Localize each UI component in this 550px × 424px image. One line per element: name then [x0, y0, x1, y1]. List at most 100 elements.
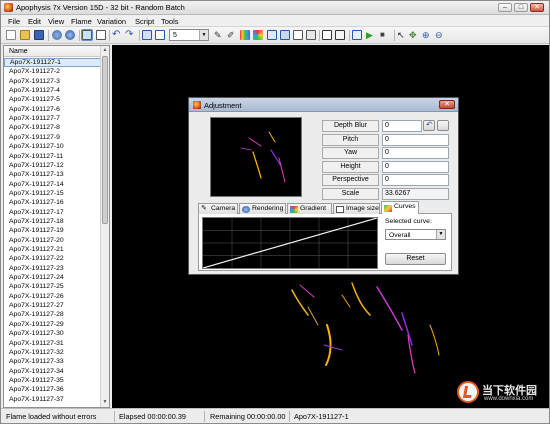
tab-gradient[interactable]: Gradient: [287, 203, 332, 214]
gradient-icon[interactable]: [240, 30, 250, 40]
view-icons-icon[interactable]: [96, 30, 106, 40]
list-item[interactable]: Apo7X-191127-20: [4, 236, 101, 245]
list-item[interactable]: Apo7X-191127-33: [4, 357, 101, 366]
maximize-button[interactable]: □: [514, 3, 528, 12]
adjustment-preview[interactable]: [210, 117, 302, 197]
tab-image-size[interactable]: Image size: [333, 203, 380, 214]
render-icon[interactable]: [267, 30, 277, 40]
full-preview-icon[interactable]: [142, 30, 152, 40]
selected-curve-select[interactable]: Overall ▼: [385, 229, 446, 240]
list-item[interactable]: Apo7X-191127-7: [4, 114, 101, 123]
list-item[interactable]: Apo7X-191127-27: [4, 301, 101, 310]
menu-variation[interactable]: Variation: [97, 17, 126, 26]
transparency-icon[interactable]: [322, 30, 332, 40]
run-icon[interactable]: ▶: [366, 30, 376, 40]
zoom-out-icon[interactable]: ⊖: [435, 30, 445, 40]
batch-render-icon[interactable]: [280, 30, 290, 40]
close-button[interactable]: ✕: [530, 3, 544, 12]
list-item[interactable]: Apo7X-191127-5: [4, 95, 101, 104]
param-pitch-input[interactable]: 0: [382, 133, 449, 146]
menu-edit[interactable]: Edit: [28, 17, 41, 26]
stop-icon[interactable]: ■: [380, 30, 390, 40]
list-item[interactable]: Apo7X-191127-2: [4, 67, 101, 76]
menu-file[interactable]: File: [8, 17, 20, 26]
list-item[interactable]: Apo7X-191127-30: [4, 329, 101, 338]
camera-options-button[interactable]: [437, 120, 449, 131]
redo-icon[interactable]: ↷: [125, 30, 135, 40]
flatten-icon[interactable]: [306, 30, 316, 40]
script-icon[interactable]: [335, 30, 345, 40]
list-item[interactable]: Apo7X-191127-18: [4, 217, 101, 226]
curve-editor[interactable]: [202, 217, 378, 269]
new-icon[interactable]: [6, 30, 16, 40]
preview-density-select[interactable]: 5 ▼: [169, 29, 209, 41]
chevron-down-icon[interactable]: ▼: [199, 30, 208, 40]
view-list-icon[interactable]: [81, 29, 93, 41]
param-yaw-input[interactable]: 0: [382, 147, 449, 159]
small-preview-icon[interactable]: [155, 30, 165, 40]
list-item[interactable]: Apo7X-191127-9: [4, 133, 101, 142]
list-item[interactable]: Apo7X-191127-23: [4, 264, 101, 273]
minimize-button[interactable]: –: [498, 3, 512, 12]
list-item[interactable]: Apo7X-191127-34: [4, 367, 101, 376]
drag-icon[interactable]: ✥: [409, 30, 419, 40]
editor-icon[interactable]: ✎: [214, 30, 224, 40]
menu-view[interactable]: View: [48, 17, 64, 26]
tab-camera[interactable]: ✎ Camera: [198, 203, 238, 214]
param-perspective-input[interactable]: 0: [382, 174, 449, 186]
select-icon[interactable]: ↖: [397, 30, 407, 40]
param-depth-blur-input[interactable]: 0: [382, 120, 422, 132]
chevron-down-icon[interactable]: ▼: [436, 230, 445, 239]
adjust-icon[interactable]: ✐: [227, 30, 237, 40]
list-item[interactable]: Apo7X-191127-6: [4, 105, 101, 114]
list-item[interactable]: Apo7X-191127-24: [4, 273, 101, 282]
menu-tools[interactable]: Tools: [161, 17, 179, 26]
flame-list[interactable]: Name Apo7X-191127-1 Apo7X-191127-2 Apo7X-1…: [3, 45, 110, 408]
list-item[interactable]: Apo7X-191127-4: [4, 86, 101, 95]
random-icon[interactable]: [52, 30, 62, 40]
scroll-down-icon[interactable]: ▼: [101, 398, 109, 407]
open-script-icon[interactable]: [352, 30, 362, 40]
list-item[interactable]: Apo7X-191127-25: [4, 282, 101, 291]
list-item[interactable]: Apo7X-191127-12: [4, 161, 101, 170]
list-scrollbar[interactable]: ▲ ▼: [100, 46, 109, 407]
list-item[interactable]: Apo7X-191127-8: [4, 123, 101, 132]
menu-flame[interactable]: Flame: [71, 17, 92, 26]
list-item[interactable]: Apo7X-191127-16: [4, 198, 101, 207]
camera-reset-button[interactable]: ↶: [423, 120, 435, 131]
list-item[interactable]: Apo7X-191127-29: [4, 320, 101, 329]
list-item[interactable]: Apo7X-191127-21: [4, 245, 101, 254]
list-header-name[interactable]: Name: [4, 46, 101, 57]
list-item[interactable]: Apo7X-191127-32: [4, 348, 101, 357]
list-item[interactable]: Apo7X-191127-10: [4, 142, 101, 151]
save-icon[interactable]: [34, 30, 44, 40]
list-item[interactable]: Apo7X-191127-15: [4, 189, 101, 198]
list-item[interactable]: Apo7X-191127-14: [4, 180, 101, 189]
open-icon[interactable]: [20, 30, 30, 40]
undo-icon[interactable]: ↶: [112, 30, 122, 40]
options-icon[interactable]: [65, 30, 75, 40]
dialog-close-button[interactable]: ✕: [439, 100, 455, 109]
scroll-up-icon[interactable]: ▲: [101, 46, 109, 55]
tab-rendering[interactable]: Rendering: [239, 203, 286, 214]
list-item[interactable]: Apo7X-191127-22: [4, 254, 101, 263]
list-item[interactable]: Apo7X-191127-3: [4, 77, 101, 86]
list-item[interactable]: Apo7X-191127-37: [4, 395, 101, 404]
list-item[interactable]: Apo7X-191127-26: [4, 292, 101, 301]
list-item[interactable]: Apo7X-191127-35: [4, 376, 101, 385]
param-scale-input[interactable]: 33.6267: [382, 187, 449, 200]
menu-script[interactable]: Script: [135, 17, 154, 26]
image-size-icon[interactable]: [293, 30, 303, 40]
zoom-in-icon[interactable]: ⊕: [422, 30, 432, 40]
list-item[interactable]: Apo7X-191127-28: [4, 310, 101, 319]
list-item[interactable]: Apo7X-191127-36: [4, 385, 101, 394]
tab-curves[interactable]: Curves: [381, 201, 419, 214]
list-item[interactable]: Apo7X-191127-31: [4, 339, 101, 348]
list-item[interactable]: Apo7X-191127-19: [4, 226, 101, 235]
dialog-title-bar[interactable]: Adjustment ✕: [189, 98, 458, 112]
curve-reset-button[interactable]: Reset: [385, 253, 446, 265]
mutate-icon[interactable]: [253, 30, 263, 40]
list-item[interactable]: Apo7X-191127-1: [4, 58, 101, 68]
list-item[interactable]: Apo7X-191127-11: [4, 152, 101, 161]
list-item[interactable]: Apo7X-191127-17: [4, 208, 101, 217]
